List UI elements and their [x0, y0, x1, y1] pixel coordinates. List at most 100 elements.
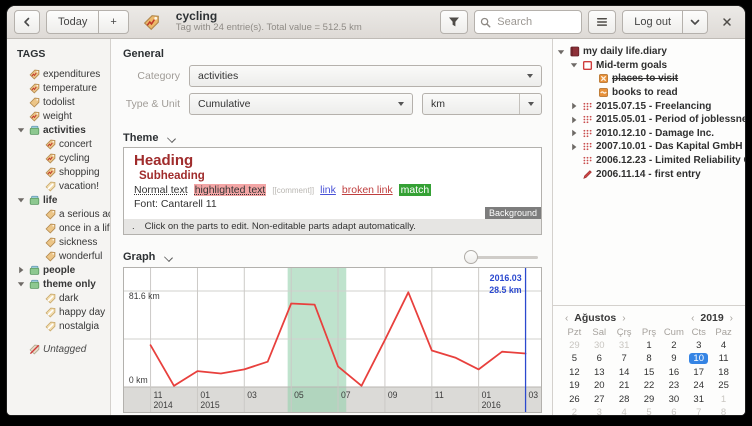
theme-broken-link-sample[interactable]: broken link: [342, 184, 393, 196]
calendar-day[interactable]: 21: [612, 380, 637, 392]
unit-dropdown-arrow[interactable]: [519, 94, 541, 114]
next-month-icon[interactable]: ›: [619, 313, 628, 324]
calendar-day[interactable]: 23: [661, 380, 686, 392]
tree-item-2015-05-01-period-of-joblessness-and-joy[interactable]: 2015.05.01 -Period of joblessness and jo…: [557, 113, 743, 127]
calendar-day[interactable]: 14: [612, 367, 637, 379]
calendar-day[interactable]: 4: [711, 340, 736, 352]
calendar-day[interactable]: 1: [637, 340, 662, 352]
calendar-day[interactable]: 7: [612, 353, 637, 365]
tree-item-2015-07-15-freelancing[interactable]: 2015.07.15 -Freelancing: [557, 99, 743, 113]
theme-background-chip[interactable]: Background: [485, 207, 541, 219]
logout-button[interactable]: Log out: [622, 10, 683, 34]
sidebar-item-untagged[interactable]: Untagged: [17, 342, 108, 356]
expander-closed-icon[interactable]: [570, 116, 579, 124]
new-entry-button[interactable]: +: [98, 10, 128, 34]
expander-open-icon[interactable]: [557, 48, 566, 56]
filter-button[interactable]: [440, 10, 468, 34]
theme-subheading-sample[interactable]: Subheading: [139, 170, 531, 184]
today-button[interactable]: Today: [46, 10, 99, 34]
calendar-day[interactable]: 5: [637, 407, 662, 415]
theme-match-sample[interactable]: match: [399, 184, 432, 196]
sidebar-item-life[interactable]: life: [17, 193, 108, 207]
calendar-day[interactable]: 4: [612, 407, 637, 415]
sidebar-item-activities[interactable]: activities: [17, 123, 108, 137]
back-button[interactable]: [14, 10, 40, 34]
calendar-day[interactable]: 3: [686, 340, 711, 352]
theme-section-header[interactable]: Theme: [123, 132, 542, 144]
expander-closed-icon[interactable]: [570, 143, 579, 151]
tree-item-places-to-visit[interactable]: places to visit: [557, 72, 743, 86]
calendar-day[interactable]: 27: [587, 394, 612, 406]
category-dropdown[interactable]: activities: [189, 65, 542, 87]
calendar-day[interactable]: 15: [637, 367, 662, 379]
calendar-day[interactable]: 22: [637, 380, 662, 392]
logout-menu-button[interactable]: [682, 10, 708, 34]
cumulative-line-chart[interactable]: 1120140120150305070911012016032016.0328.…: [123, 267, 542, 413]
sidebar-item-todolist[interactable]: todolist: [17, 95, 108, 109]
calendar-day[interactable]: 12: [562, 367, 587, 379]
tree-item-2010-12-10-damage-inc-[interactable]: 2010.12.10 -Damage Inc.: [557, 127, 743, 141]
chart-canvas[interactable]: 1120140120150305070911012016032016.0328.…: [124, 268, 541, 412]
calendar-day[interactable]: 16: [661, 367, 686, 379]
sidebar-item-nostalgia[interactable]: nostalgia: [17, 319, 108, 333]
calendar-day[interactable]: 2: [661, 340, 686, 352]
sidebar-item-people[interactable]: people: [17, 263, 108, 277]
calendar-day[interactable]: 20: [587, 380, 612, 392]
expander-open-icon[interactable]: [17, 280, 26, 288]
sidebar-item-sickness[interactable]: sickness: [17, 235, 108, 249]
calendar-day[interactable]: 30: [661, 394, 686, 406]
type-dropdown[interactable]: Cumulative: [189, 93, 413, 115]
calendar-day[interactable]: 18: [711, 367, 736, 379]
calendar-day[interactable]: 13: [587, 367, 612, 379]
tree-item-books-to-read[interactable]: books to read: [557, 86, 743, 100]
search-input[interactable]: [495, 15, 576, 29]
tree-item-my-daily-life-diary[interactable]: my daily life.diary: [557, 45, 743, 59]
calendar-day[interactable]: 2: [562, 407, 587, 415]
close-button[interactable]: [716, 17, 738, 27]
calendar-day[interactable]: 29: [562, 340, 587, 352]
tree-item-2006-11-14-first-entry[interactable]: 2006.11.14 -first entry: [557, 167, 743, 181]
expander-open-icon[interactable]: [17, 196, 26, 204]
calendar-day[interactable]: 29: [637, 394, 662, 406]
graph-zoom-slider[interactable]: [464, 250, 538, 264]
theme-heading-sample[interactable]: Heading: [134, 153, 531, 170]
expander-open-icon[interactable]: [570, 61, 579, 69]
expander-closed-icon[interactable]: [570, 129, 579, 137]
theme-font-sample[interactable]: Font: Cantarell 11: [134, 198, 531, 210]
calendar-day[interactable]: 7: [686, 407, 711, 415]
calendar-day[interactable]: 5: [562, 353, 587, 365]
sidebar-item-a-serious-acco-[interactable]: a serious acco...: [17, 207, 108, 221]
unit-combobox[interactable]: km: [422, 93, 542, 115]
theme-normal-text-sample[interactable]: Normal text: [134, 184, 188, 196]
calendar-day[interactable]: 11: [711, 353, 736, 365]
calendar-day[interactable]: 9: [661, 353, 686, 365]
sidebar-item-theme-only[interactable]: theme only: [17, 277, 108, 291]
sidebar-item-wonderful[interactable]: wonderful: [17, 249, 108, 263]
calendar-day[interactable]: 6: [661, 407, 686, 415]
menu-button[interactable]: [588, 10, 616, 34]
calendar-day[interactable]: 28: [612, 394, 637, 406]
tree-item-mid-term-goals[interactable]: Mid-term goals: [557, 59, 743, 73]
sidebar-item-temperature[interactable]: temperature: [17, 81, 108, 95]
slider-handle[interactable]: [464, 250, 478, 264]
sidebar-item-dark[interactable]: dark: [17, 291, 108, 305]
calendar-day[interactable]: 1: [711, 394, 736, 406]
calendar-day[interactable]: 19: [562, 380, 587, 392]
expander-open-icon[interactable]: [17, 126, 26, 134]
theme-link-sample[interactable]: link: [320, 184, 336, 196]
sidebar-item-once-in-a-lifeti-[interactable]: once in a lifeti...: [17, 221, 108, 235]
sidebar-item-happy-day[interactable]: happy day: [17, 305, 108, 319]
sidebar-item-vacation-[interactable]: vacation!: [17, 179, 108, 193]
calendar-day[interactable]: 31: [686, 394, 711, 406]
calendar-day-selected[interactable]: 10: [686, 353, 711, 365]
calendar-day[interactable]: 6: [587, 353, 612, 365]
sidebar-item-cycling[interactable]: cycling: [17, 151, 108, 165]
tree-item-2007-10-01-das-kapital-gmbh[interactable]: 2007.10.01 -Das Kapital GmbH: [557, 140, 743, 154]
theme-highlight-sample[interactable]: highlighted text: [194, 184, 267, 196]
sidebar-item-expenditures[interactable]: expenditures: [17, 67, 108, 81]
calendar-day[interactable]: 8: [637, 353, 662, 365]
calendar-day[interactable]: 25: [711, 380, 736, 392]
sidebar-item-concert[interactable]: concert: [17, 137, 108, 151]
calendar-day[interactable]: 8: [711, 407, 736, 415]
expander-closed-icon[interactable]: [17, 266, 26, 274]
